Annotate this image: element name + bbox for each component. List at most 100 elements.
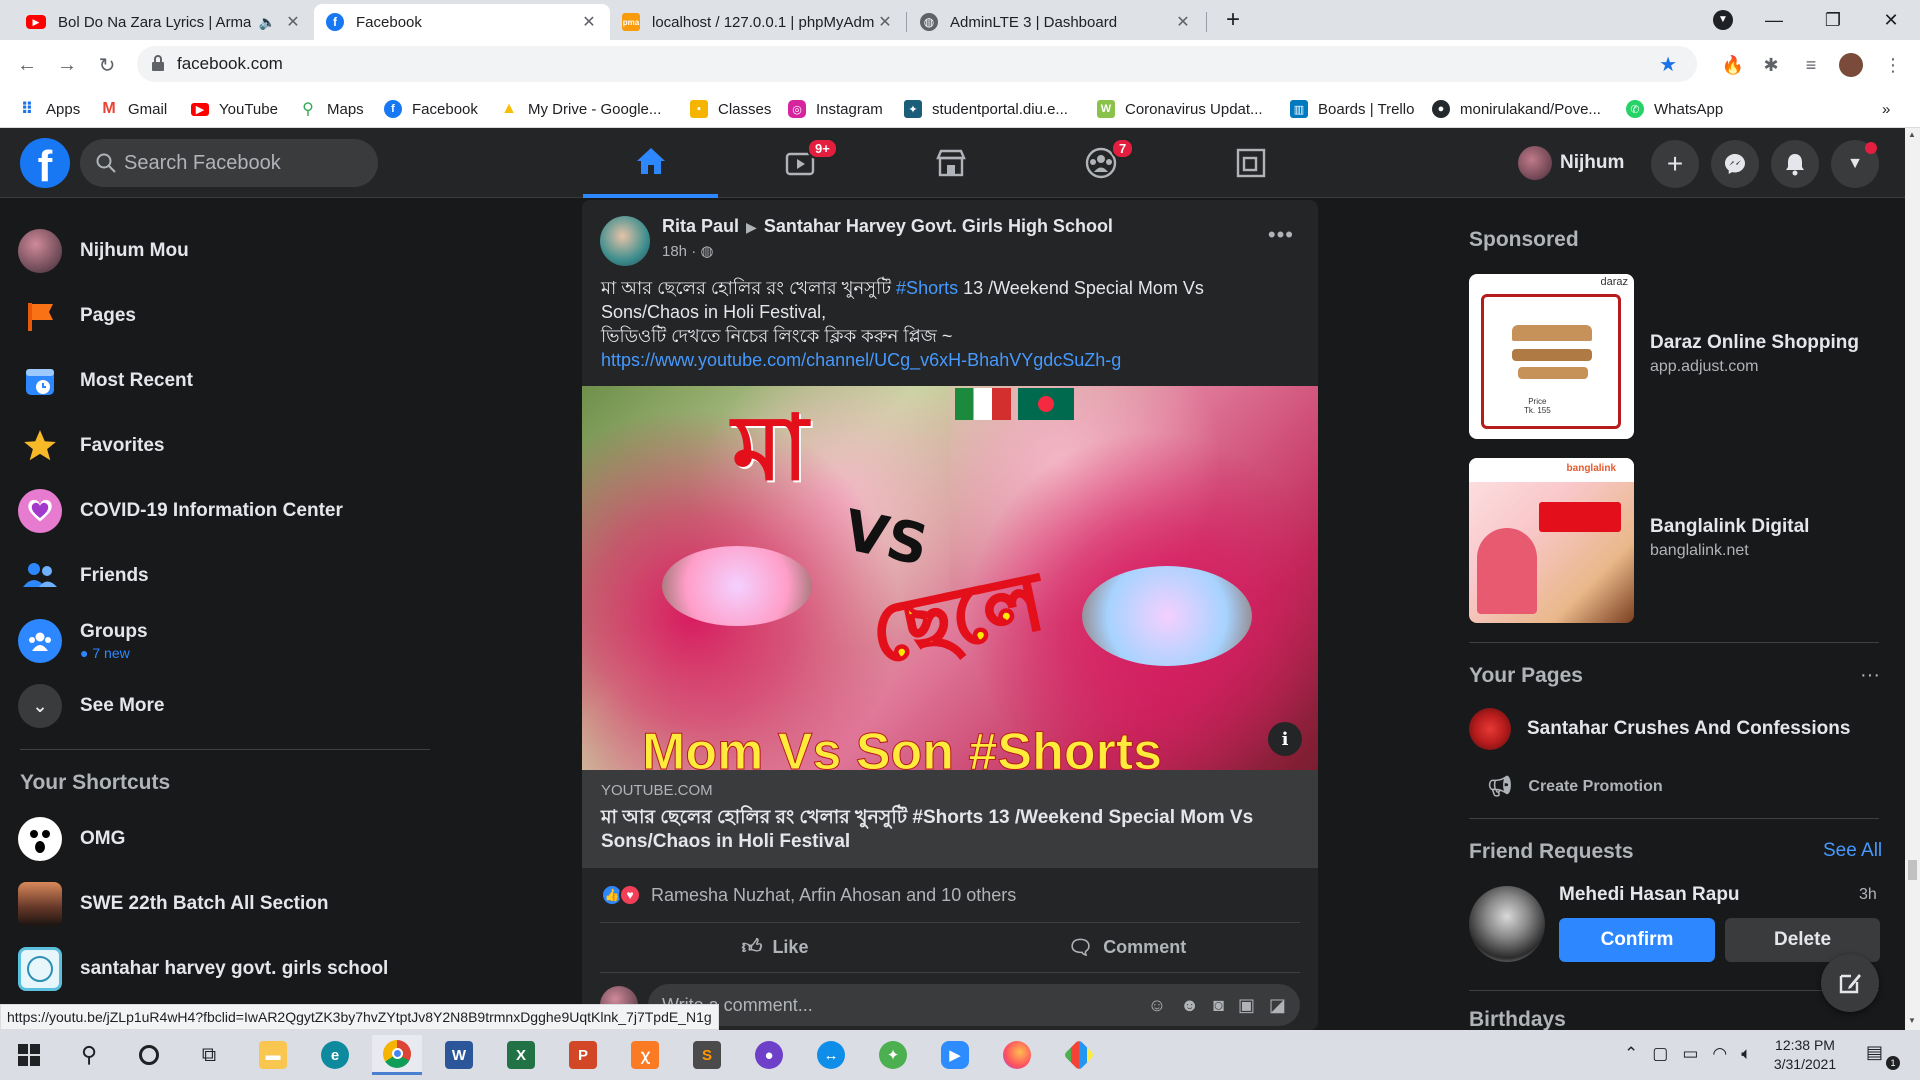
forward-button[interactable]: →	[52, 50, 82, 80]
emoji-icon[interactable]: ☻	[1180, 995, 1199, 1016]
avatar[interactable]	[600, 216, 650, 266]
bookmark-trello[interactable]: ▥ Boards | Trello	[1290, 98, 1414, 120]
action-center-button[interactable]: ▤ 1	[1866, 1042, 1900, 1070]
sticker-icon[interactable]: ◪	[1269, 995, 1286, 1016]
search-button[interactable]: ⚲	[64, 1035, 114, 1075]
device-icon[interactable]: ▢	[1652, 1044, 1668, 1064]
task-view-button[interactable]: ⧉	[184, 1035, 234, 1075]
sidebar-item-profile[interactable]: Nijhum Mou	[18, 222, 438, 280]
sidebar-item-friends[interactable]: Friends	[18, 547, 438, 605]
close-icon[interactable]: ✕	[1174, 12, 1192, 32]
facebook-logo[interactable]: f	[20, 138, 70, 188]
sidebar-item-covid[interactable]: COVID-19 Information Center	[18, 482, 438, 540]
taskbar-xampp[interactable]: ꭓ	[620, 1035, 670, 1075]
comment-button[interactable]: 🗨︎ Comment	[952, 926, 1302, 968]
ad-text-daraz[interactable]: Daraz Online Shopping app.adjust.com	[1650, 332, 1859, 376]
notifications-button[interactable]	[1771, 140, 1819, 188]
start-button[interactable]	[4, 1035, 54, 1075]
cortana-button[interactable]	[124, 1035, 174, 1075]
bookmark-classes[interactable]: ▪ Classes	[690, 98, 771, 120]
tab-phpmyadmin[interactable]: pma localhost / 127.0.0.1 | phpMyAdm ✕	[610, 4, 906, 40]
info-icon[interactable]: i	[1268, 722, 1302, 756]
post-group[interactable]: Santahar Harvey Govt. Girls High School	[764, 216, 1113, 236]
battery-icon[interactable]: ▭	[1682, 1044, 1698, 1064]
messenger-button[interactable]	[1711, 140, 1759, 188]
sidebar-item-favorites[interactable]: Favorites	[18, 417, 438, 475]
camera-icon[interactable]: ◙	[1213, 995, 1224, 1016]
taskbar-github-desktop[interactable]: ●	[744, 1035, 794, 1075]
close-icon[interactable]: ✕	[284, 12, 302, 32]
taskbar-app-2[interactable]	[1054, 1035, 1104, 1075]
speaker-icon[interactable]: 🔈	[259, 14, 276, 31]
wifi-icon[interactable]: ◠	[1712, 1044, 1727, 1064]
post-time[interactable]: 18h	[662, 243, 687, 260]
ad-image-banglalink[interactable]: banglalink	[1469, 458, 1634, 623]
see-more-button[interactable]: ⌄ See More	[18, 677, 438, 735]
extensions-puzzle-icon[interactable]: ✱	[1758, 52, 1784, 78]
shortcut-school[interactable]: santahar harvey govt. girls school	[18, 940, 438, 998]
link-preview[interactable]: YOUTUBE.COM মা আর ছেলের হোলির রং খেলার খ…	[582, 770, 1318, 868]
taskbar-powerpoint[interactable]: P	[558, 1035, 608, 1075]
taskbar-zoom[interactable]: ▶	[930, 1035, 980, 1075]
create-promotion-button[interactable]: 📢︎ Create Promotion	[1487, 774, 1663, 799]
address-bar[interactable]: facebook.com ★	[137, 46, 1697, 82]
new-message-button[interactable]	[1821, 954, 1879, 1012]
close-icon[interactable]: ✕	[876, 12, 894, 32]
taskbar-app[interactable]: ✦	[868, 1035, 918, 1075]
shortcut-omg[interactable]: OMG	[18, 810, 438, 868]
bookmark-gmail[interactable]: M Gmail	[100, 98, 167, 120]
tab-search-button[interactable]: ▼	[1700, 6, 1746, 34]
media-control-icon[interactable]: ≡	[1798, 52, 1824, 78]
page-scrollbar[interactable]: ▲ ▼	[1905, 128, 1920, 1030]
new-tab-button[interactable]: +	[1210, 6, 1256, 34]
see-all-link[interactable]: See All	[1823, 840, 1882, 862]
link-thumbnail[interactable]: মা VS ছেলে Mom Vs Son #Shorts i	[582, 386, 1318, 770]
reactions-summary[interactable]: 👍 ♥ Ramesha Nuzhat, Arfin Ahosan and 10 …	[601, 884, 1016, 906]
avatar[interactable]	[1469, 886, 1545, 962]
create-button[interactable]: +	[1651, 140, 1699, 188]
bookmark-whatsapp[interactable]: ✆ WhatsApp	[1626, 98, 1723, 120]
nav-marketplace[interactable]	[883, 128, 1018, 198]
bookmark-instagram[interactable]: ◎ Instagram	[788, 98, 883, 120]
scroll-down-arrow-icon[interactable]: ▼	[1908, 1016, 1916, 1025]
bookmark-apps[interactable]: ⠿ Apps	[18, 98, 80, 120]
scroll-up-arrow-icon[interactable]: ▲	[1908, 130, 1916, 139]
post-link[interactable]: https://www.youtube.com/channel/UCg_v6xH…	[601, 350, 1121, 370]
scrollbar-thumb[interactable]	[1908, 860, 1917, 880]
nav-gaming[interactable]	[1183, 128, 1318, 198]
like-button[interactable]: 👍︎ Like	[600, 926, 950, 968]
chevron-up-icon[interactable]: ⌃	[1624, 1044, 1638, 1064]
minimize-button[interactable]: —	[1751, 6, 1797, 34]
tab-youtube[interactable]: ▶ Bol Do Na Zara Lyrics | Arma 🔈 ✕	[14, 4, 314, 40]
clock[interactable]: 12:38 PM 3/31/2021	[1760, 1036, 1850, 1074]
confirm-button[interactable]: Confirm	[1559, 918, 1715, 962]
taskbar-excel[interactable]: X	[496, 1035, 546, 1075]
account-menu-button[interactable]: ▼	[1831, 140, 1879, 188]
bookmark-star-icon[interactable]: ★	[1659, 52, 1677, 77]
taskbar-word[interactable]: W	[434, 1035, 484, 1075]
request-name[interactable]: Mehedi Hasan Rapu	[1559, 884, 1740, 906]
taskbar-sublime[interactable]: S	[682, 1035, 732, 1075]
bookmarks-overflow-button[interactable]: »	[1882, 98, 1890, 120]
page-item[interactable]: Santahar Crushes And Confessions	[1469, 708, 1850, 750]
ad-text-banglalink[interactable]: Banglalink Digital banglalink.net	[1650, 516, 1809, 560]
close-window-button[interactable]: ✕	[1868, 6, 1914, 34]
bookmark-facebook[interactable]: f Facebook	[384, 98, 478, 120]
avatar-sticker-icon[interactable]: ☺	[1148, 995, 1166, 1016]
bookmark-studentportal[interactable]: ✦ studentportal.diu.e...	[904, 98, 1068, 120]
profile-avatar[interactable]	[1838, 52, 1864, 78]
close-icon[interactable]: ✕	[580, 12, 598, 32]
ad-image-daraz[interactable]: Price Tk. 155 daraz	[1469, 274, 1634, 439]
taskbar-file-explorer[interactable]: ▬	[248, 1035, 298, 1075]
back-button[interactable]: ←	[12, 50, 42, 80]
post-options-button[interactable]: •••	[1268, 222, 1294, 248]
nav-watch[interactable]: 9+	[733, 128, 868, 198]
taskbar-teamviewer[interactable]: ↔	[806, 1035, 856, 1075]
sidebar-item-groups[interactable]: Groups ● 7 new	[18, 612, 438, 670]
extension-fire-icon[interactable]: 🔥	[1720, 52, 1746, 78]
pages-options-button[interactable]: ···	[1860, 664, 1880, 687]
bookmark-drive[interactable]: ▲ My Drive - Google...	[500, 98, 661, 120]
nav-home[interactable]	[583, 128, 718, 198]
post-hashtag[interactable]: #Shorts	[896, 278, 958, 298]
post-author[interactable]: Rita Paul	[662, 216, 739, 236]
